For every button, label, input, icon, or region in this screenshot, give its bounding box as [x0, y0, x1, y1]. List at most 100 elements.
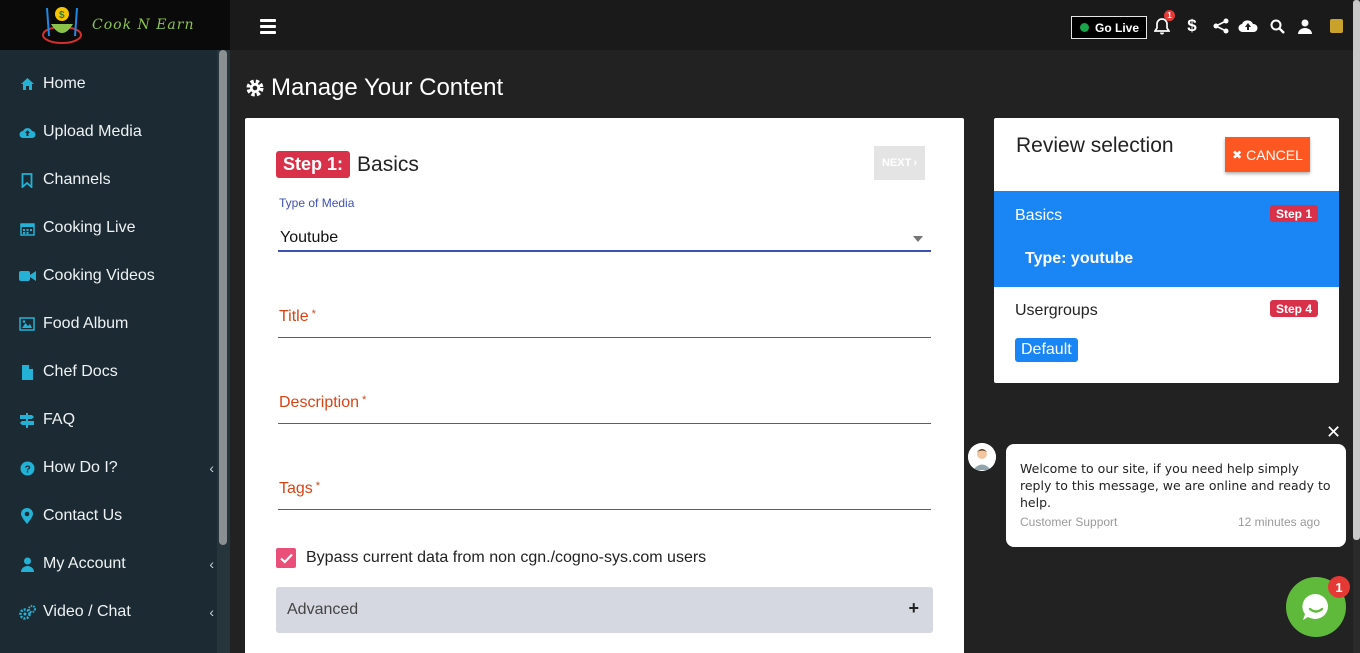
- sidebar-item-channels[interactable]: Channels: [0, 156, 230, 204]
- chevron-right-icon: ›: [913, 157, 917, 169]
- advanced-label: Advanced: [287, 601, 359, 618]
- step-4-badge: Step 4: [1269, 300, 1318, 317]
- chat-sender: Customer Support: [1020, 515, 1118, 529]
- brand-logo[interactable]: $ Cook N Earn: [0, 0, 230, 50]
- description-label: Description *: [279, 394, 367, 411]
- dropdown-caret-icon: [913, 236, 923, 242]
- question-circle-icon: ?: [18, 459, 36, 477]
- review-title: Review selection: [1016, 134, 1174, 157]
- map-marker-icon: [18, 507, 36, 525]
- sidebar-item-label: Cooking Live: [43, 219, 136, 236]
- document-icon: [18, 363, 36, 381]
- cloud-upload-icon[interactable]: [1238, 16, 1258, 36]
- chevron-left-icon: ‹: [209, 460, 214, 476]
- sidebar-item-food-album[interactable]: Food Album: [0, 300, 230, 348]
- sidebar-item-video-chat[interactable]: Video / Chat ‹: [0, 588, 230, 636]
- sidebar-item-how-do-i[interactable]: ? How Do I? ‹: [0, 444, 230, 492]
- lock-icon[interactable]: [1326, 16, 1346, 36]
- chat-message-text: Welcome to our site, if you need help si…: [1020, 461, 1331, 510]
- chat-message-popup[interactable]: Welcome to our site, if you need help si…: [1006, 444, 1346, 547]
- live-status-dot: [1080, 23, 1089, 32]
- cloud-upload-icon: [18, 123, 36, 141]
- title-field[interactable]: Title *: [278, 302, 931, 338]
- image-icon: [18, 315, 36, 333]
- svg-text:$: $: [59, 10, 65, 21]
- page-scrollbar[interactable]: [1353, 0, 1360, 653]
- sidebar-item-label: Home: [43, 75, 86, 92]
- cancel-button[interactable]: ✖ CANCEL: [1225, 137, 1310, 172]
- notifications-bell-icon[interactable]: 1: [1152, 10, 1175, 36]
- dollar-icon[interactable]: $: [1182, 16, 1202, 36]
- sidebar-nav: Home Upload Media Channels Cooking Live …: [0, 50, 230, 636]
- brand-name: Cook N Earn: [92, 17, 195, 33]
- sidebar-item-my-account[interactable]: My Account ‹: [0, 540, 230, 588]
- next-button[interactable]: NEXT ›: [874, 146, 925, 180]
- sidebar-item-chef-docs[interactable]: Chef Docs: [0, 348, 230, 396]
- chevron-left-icon: ‹: [209, 556, 214, 572]
- topbar: Go Live 1 $: [230, 0, 1360, 50]
- notification-count-badge: 1: [1164, 10, 1175, 21]
- bypass-checkbox[interactable]: [276, 548, 296, 568]
- media-type-value: Youtube: [280, 229, 339, 246]
- chat-bubble-icon: [1302, 593, 1328, 620]
- review-selection-card: Review selection ✖ CANCEL Basics Step 1 …: [994, 118, 1339, 383]
- user-profile-icon[interactable]: [1295, 16, 1315, 36]
- sidebar-item-cooking-live[interactable]: Cooking Live: [0, 204, 230, 252]
- sidebar-item-label: Channels: [43, 171, 111, 188]
- content-form-card: Step 1: Basics NEXT › Type of Media Youtu…: [245, 118, 964, 653]
- sidebar-item-label: Video / Chat: [43, 603, 131, 620]
- bypass-label: Bypass current data from non cgn./cogno-…: [306, 549, 707, 566]
- bookmark-icon: [18, 171, 36, 189]
- calendar-icon: [18, 219, 36, 237]
- step-title: Basics: [357, 152, 419, 176]
- sidebar-item-faq[interactable]: FAQ: [0, 396, 230, 444]
- step-badge: Step 1:: [276, 151, 351, 178]
- checkmark-icon: [279, 553, 293, 564]
- sidebar: $ Cook N Earn Home Upload Media Channels…: [0, 0, 230, 653]
- step-1-badge: Step 1: [1269, 205, 1318, 222]
- video-camera-icon: [18, 267, 36, 285]
- next-label: NEXT: [881, 157, 912, 169]
- support-agent-avatar: [968, 443, 996, 471]
- media-type-select[interactable]: Youtube: [278, 222, 931, 252]
- share-icon[interactable]: [1211, 16, 1231, 36]
- go-live-label: Go Live: [1095, 20, 1140, 35]
- sidebar-item-label: My Account: [43, 555, 126, 572]
- bypass-checkbox-row: Bypass current data from non cgn./cogno-…: [276, 548, 706, 568]
- sidebar-item-label: Food Album: [43, 315, 129, 332]
- review-basics-section[interactable]: Basics Step 1 Type: youtube: [994, 191, 1339, 287]
- description-field[interactable]: Description *: [278, 388, 931, 424]
- sidebar-item-label: Chef Docs: [43, 363, 118, 380]
- sidebar-item-upload-media[interactable]: Upload Media: [0, 108, 230, 156]
- review-basics-summary: Type: youtube: [1025, 250, 1134, 267]
- title-label: Title *: [279, 308, 316, 325]
- review-usergroups-label: Usergroups: [1015, 302, 1098, 319]
- cancel-label: CANCEL: [1246, 146, 1303, 163]
- sidebar-item-label: How Do I?: [43, 459, 118, 476]
- search-icon[interactable]: [1267, 16, 1287, 36]
- home-icon: [18, 75, 36, 93]
- page-title: Manage Your Content: [245, 74, 503, 102]
- go-live-button[interactable]: Go Live: [1071, 16, 1148, 39]
- page-title-text: Manage Your Content: [271, 74, 504, 101]
- sidebar-item-label: Upload Media: [43, 123, 142, 140]
- chef-logo-icon: $: [42, 7, 82, 44]
- step-header: Step 1: Basics: [276, 151, 419, 178]
- advanced-panel-toggle[interactable]: Advanced +: [276, 587, 933, 633]
- chat-unread-badge: 1: [1328, 576, 1350, 598]
- sidebar-item-cooking-videos[interactable]: Cooking Videos: [0, 252, 230, 300]
- review-basics-label: Basics: [1015, 207, 1063, 224]
- sidebar-item-label: Contact Us: [43, 507, 123, 524]
- gear-icon: [246, 79, 264, 97]
- sidebar-item-label: FAQ: [43, 411, 76, 428]
- chat-close-icon[interactable]: ✕: [1326, 422, 1341, 443]
- close-icon: ✖: [1232, 147, 1243, 162]
- plus-icon: +: [908, 598, 919, 618]
- user-icon: [18, 555, 36, 573]
- menu-toggle-icon[interactable]: [260, 19, 276, 34]
- sidebar-item-home[interactable]: Home: [0, 60, 230, 108]
- tags-field[interactable]: Tags *: [278, 474, 931, 510]
- chevron-left-icon: ‹: [209, 604, 214, 620]
- tags-label: Tags *: [279, 480, 321, 497]
- sidebar-item-contact-us[interactable]: Contact Us: [0, 492, 230, 540]
